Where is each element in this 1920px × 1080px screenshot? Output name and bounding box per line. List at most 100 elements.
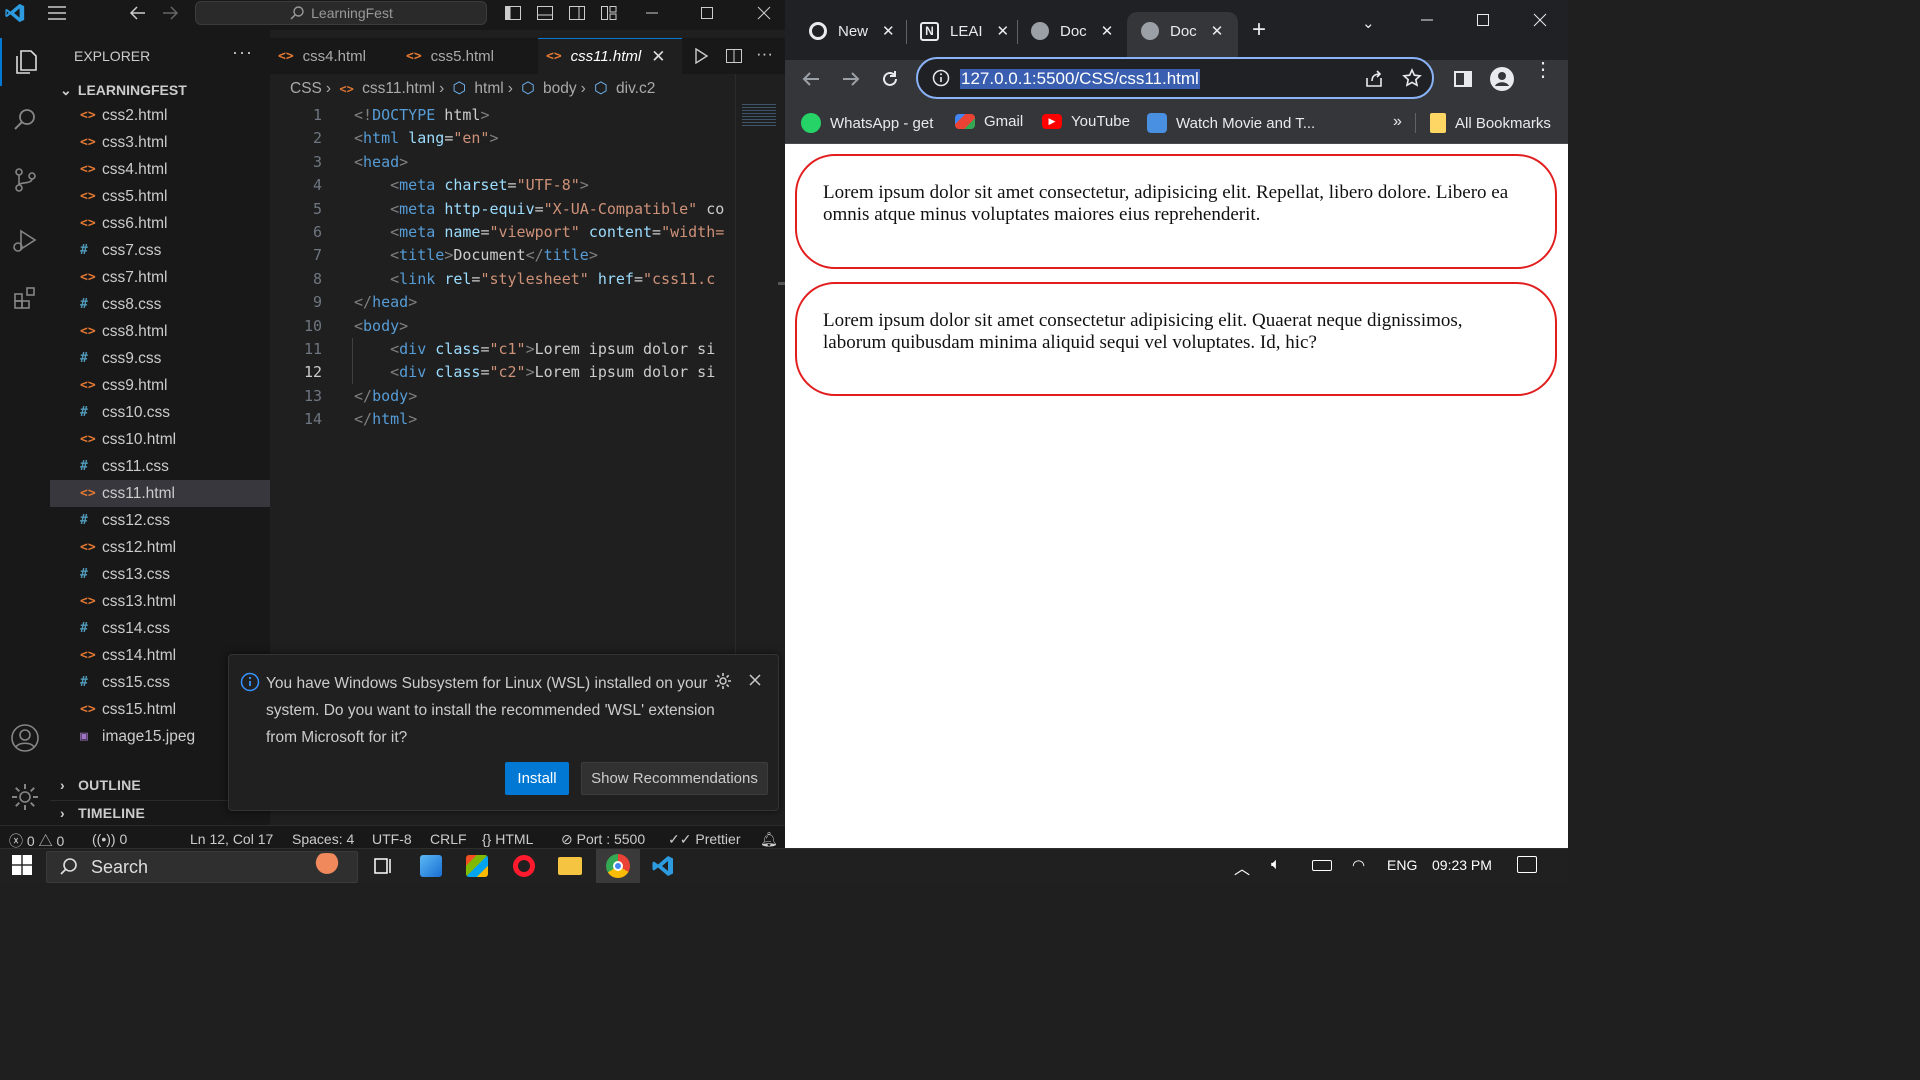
code-line[interactable]: <title>Document</title> xyxy=(354,246,598,264)
file-explorer-icon[interactable] xyxy=(558,857,582,875)
source-control-icon[interactable] xyxy=(0,156,50,204)
tab-css4[interactable]: <> css4.html xyxy=(270,38,398,74)
file-item[interactable]: <> css13.html xyxy=(50,588,270,615)
code-line[interactable]: <html lang="en"> xyxy=(354,129,499,147)
chrome-tab-doc[interactable]: Doc ✕ xyxy=(1031,12,1113,50)
wifi-icon[interactable]: ◠ xyxy=(1352,856,1365,874)
close-tab-icon[interactable]: ✕ xyxy=(1211,22,1224,40)
file-item[interactable]: # css12.css xyxy=(50,507,270,534)
code-line[interactable]: </html> xyxy=(354,410,417,428)
show-hidden-icons-chevron[interactable]: ︿ xyxy=(1234,855,1250,879)
settings-gear-icon[interactable] xyxy=(0,773,50,821)
file-item[interactable]: <> css4.html xyxy=(50,156,270,183)
address-bar[interactable]: 127.0.0.1:5500/CSS/css11.html xyxy=(916,57,1434,99)
code-line[interactable]: <div class="c2">Lorem ipsum dolor si xyxy=(354,363,715,381)
install-button[interactable]: Install xyxy=(505,762,569,795)
chrome-tab-notion[interactable]: N LEAI ✕ xyxy=(920,12,1009,50)
language-mode[interactable]: {} HTML xyxy=(482,831,533,847)
search-icon[interactable] xyxy=(0,96,50,144)
bookmark-youtube[interactable]: ▶ YouTube xyxy=(1042,113,1130,130)
task-view-icon[interactable] xyxy=(372,855,394,877)
file-item[interactable]: # css11.css xyxy=(50,453,270,480)
minimize-icon[interactable] xyxy=(644,4,660,22)
minimize-icon[interactable] xyxy=(1419,12,1435,28)
close-window-icon[interactable] xyxy=(1532,12,1548,28)
file-item[interactable]: <> css11.html xyxy=(50,480,270,507)
encoding[interactable]: UTF-8 xyxy=(372,831,412,847)
close-notification-icon[interactable] xyxy=(747,672,763,688)
run-debug-icon[interactable] xyxy=(0,216,50,264)
close-tab-icon[interactable]: ✕ xyxy=(882,22,895,40)
windows-start-icon[interactable] xyxy=(12,855,32,875)
explorer-more-button[interactable]: ··· xyxy=(232,42,253,63)
code-line[interactable]: <meta http-equiv="X-UA-Compatible" co xyxy=(354,200,724,218)
chrome-menu-icon[interactable]: ⋮ xyxy=(1533,60,1553,80)
toggle-secondary-sidebar-icon[interactable] xyxy=(568,4,586,22)
opera-icon[interactable] xyxy=(513,855,535,877)
file-item[interactable]: <> css9.html xyxy=(50,372,270,399)
forward-arrow-icon[interactable] xyxy=(841,69,861,89)
back-arrow-icon[interactable] xyxy=(801,69,821,89)
url-text[interactable]: 127.0.0.1:5500/CSS/css11.html xyxy=(960,69,1200,89)
file-item[interactable]: # css9.css xyxy=(50,345,270,372)
indentation[interactable]: Spaces: 4 xyxy=(292,831,354,847)
new-tab-plus-icon[interactable]: + xyxy=(1252,16,1266,44)
site-info-icon[interactable] xyxy=(932,69,950,87)
close-tab-icon[interactable]: ✕ xyxy=(651,47,665,67)
run-icon[interactable] xyxy=(692,47,710,65)
vscode-logo-icon[interactable] xyxy=(4,2,26,24)
code-line[interactable]: <head> xyxy=(354,153,408,171)
file-item[interactable]: <> css7.html xyxy=(50,264,270,291)
code-line[interactable]: </body> xyxy=(354,387,417,405)
bookmark-gmail[interactable]: Gmail xyxy=(955,113,1023,130)
maximize-icon[interactable] xyxy=(1475,12,1491,28)
accounts-icon[interactable] xyxy=(0,714,50,762)
show-recommendations-button[interactable]: Show Recommendations xyxy=(581,762,768,795)
file-item[interactable]: <> css3.html xyxy=(50,129,270,156)
code-line[interactable]: <!DOCTYPE html> xyxy=(354,106,489,124)
profile-avatar-icon[interactable] xyxy=(1490,67,1514,91)
forward-icon[interactable] xyxy=(160,3,180,23)
code-line[interactable]: <body> xyxy=(354,317,408,335)
tab-search-chevron-icon[interactable]: ⌄ xyxy=(1362,14,1375,32)
file-item[interactable]: <> css2.html xyxy=(50,102,270,129)
side-panel-icon[interactable] xyxy=(1453,69,1473,89)
customize-layout-icon[interactable] xyxy=(600,4,618,22)
maximize-icon[interactable] xyxy=(699,4,715,22)
toggle-sidebar-icon[interactable] xyxy=(504,4,522,22)
all-bookmarks[interactable]: All Bookmarks xyxy=(1430,113,1551,133)
back-icon[interactable] xyxy=(128,3,148,23)
timeline-section[interactable]: › TIMELINE xyxy=(60,805,230,821)
taskbar-search[interactable]: Search xyxy=(46,851,358,883)
bookmark-watch-movie[interactable]: Watch Movie and T... xyxy=(1147,113,1315,133)
file-item[interactable]: # css13.css xyxy=(50,561,270,588)
breadcrumb-folder[interactable]: CSS xyxy=(290,80,322,97)
weather-widget-icon[interactable] xyxy=(420,855,442,877)
menu-icon[interactable] xyxy=(46,2,68,24)
file-item[interactable]: <> css8.html xyxy=(50,318,270,345)
chrome-tab-new[interactable]: New ✕ xyxy=(809,12,895,50)
bookmark-whatsapp[interactable]: WhatsApp - get xyxy=(801,113,933,133)
outline-section[interactable]: › OUTLINE xyxy=(60,777,230,793)
code-line[interactable]: <meta charset="UTF-8"> xyxy=(354,176,589,194)
close-tab-icon[interactable]: ✕ xyxy=(997,22,1010,40)
vscode-taskbar-icon[interactable] xyxy=(651,854,675,878)
tab-css5[interactable]: <> css5.html xyxy=(398,38,536,74)
notification-center-icon[interactable] xyxy=(1517,856,1537,873)
notifications-bell-icon[interactable]: 🔔︎ xyxy=(760,831,778,848)
file-item[interactable]: # css14.css xyxy=(50,615,270,642)
explorer-icon[interactable] xyxy=(0,38,50,86)
microsoft-store-icon[interactable] xyxy=(466,855,488,877)
cursor-position[interactable]: Ln 12, Col 17 xyxy=(190,831,273,847)
more-actions-icon[interactable]: ··· xyxy=(756,44,773,64)
code-line[interactable]: </head> xyxy=(354,293,417,311)
bookmark-star-icon[interactable] xyxy=(1402,68,1422,88)
breadcrumb-body[interactable]: body xyxy=(543,80,577,97)
more-bookmarks-chevron[interactable]: » xyxy=(1393,113,1402,131)
ports-indicator[interactable]: ((•)) 0 xyxy=(92,831,127,847)
file-item[interactable]: # css8.css xyxy=(50,291,270,318)
split-editor-icon[interactable] xyxy=(725,47,743,65)
file-item[interactable]: <> css5.html xyxy=(50,183,270,210)
code-editor[interactable]: 1 <!DOCTYPE html> 2 <html lang="en"> 3 <head>… xyxy=(270,104,735,434)
file-item[interactable]: # css10.css xyxy=(50,399,270,426)
